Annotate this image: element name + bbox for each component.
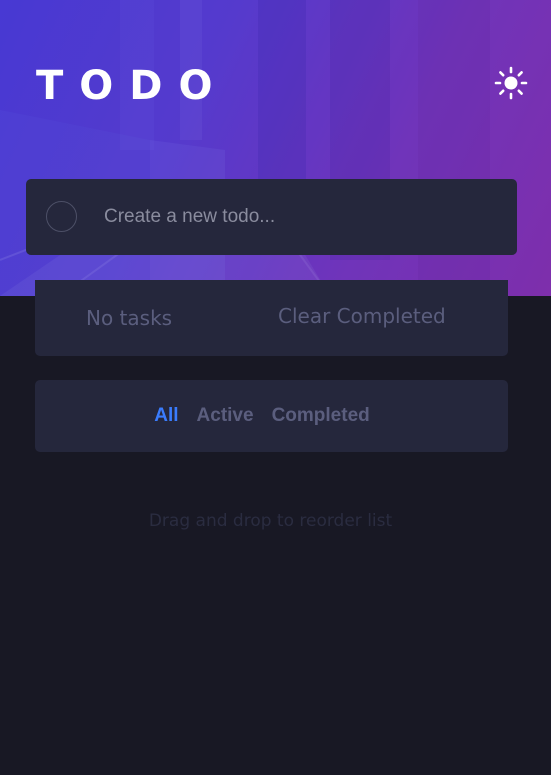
filter-active-button[interactable]: Active bbox=[197, 405, 254, 427]
app-title: TODO bbox=[36, 63, 229, 109]
todo-status-bar: No tasks Clear Completed bbox=[35, 280, 508, 356]
filter-all-button[interactable]: All bbox=[154, 405, 178, 427]
new-todo-input[interactable] bbox=[104, 197, 494, 237]
new-todo-card bbox=[26, 179, 517, 255]
reorder-hint: Drag and drop to reorder list bbox=[148, 511, 393, 531]
filter-completed-button[interactable]: Completed bbox=[272, 405, 370, 427]
new-todo-check-circle[interactable] bbox=[46, 201, 77, 232]
items-left-count: No tasks bbox=[86, 306, 173, 330]
todo-app: TODO No tasks Clear Complete bbox=[0, 0, 551, 775]
theme-toggle-button[interactable] bbox=[494, 66, 528, 100]
filter-bar: All Active Completed bbox=[35, 380, 508, 452]
sun-icon bbox=[494, 66, 528, 100]
clear-completed-button[interactable]: Clear Completed bbox=[278, 303, 446, 329]
